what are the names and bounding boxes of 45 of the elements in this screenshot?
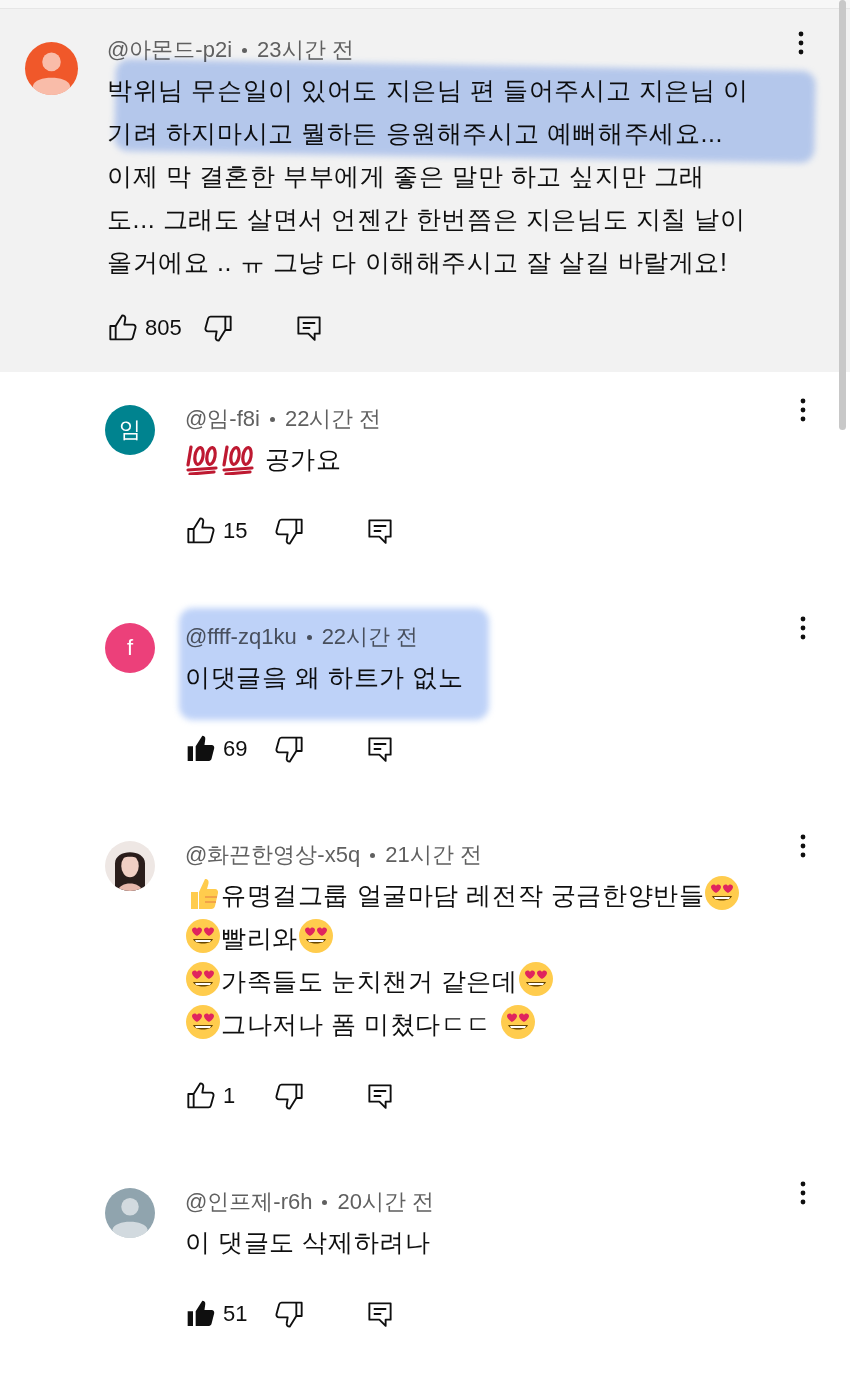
scrollbar[interactable] [839, 0, 846, 430]
comment-text: 유명걸그룹 얼굴마담 레전작 궁금한양반들 [221, 881, 705, 909]
author-name[interactable]: @화끈한영상-x5q [185, 840, 361, 870]
like-count: 51 [223, 1301, 249, 1327]
avatar[interactable]: 임 [105, 405, 155, 455]
more-options-icon[interactable] [800, 834, 806, 858]
more-options-icon[interactable] [800, 616, 806, 640]
author-name[interactable]: @ffff-zq1ku [185, 622, 297, 652]
more-options-icon[interactable] [798, 31, 804, 55]
comment-time: 20시간 전 [337, 1188, 435, 1216]
more-options-icon[interactable] [800, 398, 806, 422]
heart-eyes-face-icon [185, 961, 221, 997]
author-name[interactable]: @임-f8i [185, 404, 260, 434]
avatar-icon[interactable] [105, 1188, 155, 1238]
comment-time: 22시간 전 [284, 405, 382, 433]
separator-dot [370, 852, 376, 858]
comment-time: 22시간 전 [321, 623, 419, 651]
comment-text: 빨리와 [221, 924, 298, 952]
like-count: 1 [223, 1083, 237, 1109]
author-name[interactable]: @인프제-r6h [185, 1187, 313, 1217]
heart-eyes-face-icon [704, 875, 741, 911]
heart-eyes-face-icon [185, 918, 221, 954]
separator-dot [269, 416, 275, 422]
comment-text: 그나저나 폼 미쳤다ㄷㄷ [221, 1010, 494, 1038]
heart-eyes-face-icon [517, 961, 554, 997]
like-count: 69 [223, 736, 249, 762]
comment-text: 이댓글읔 왜 하트가 없노 [185, 663, 464, 691]
separator-dot [242, 47, 248, 53]
like-count: 805 [145, 315, 182, 341]
like-count: 15 [223, 518, 249, 544]
comment-text: 공가요 [263, 445, 342, 473]
avatar-icon[interactable] [25, 42, 78, 95]
comment-time: 21시간 전 [385, 841, 482, 869]
comment-text: 이 댓글도 삭제하려나 [185, 1228, 431, 1256]
author-name[interactable]: @아몬드-p2i [107, 35, 233, 65]
heart-eyes-face-icon [297, 918, 334, 954]
more-options-icon[interactable] [800, 1181, 806, 1205]
heart-eyes-face-icon [185, 1004, 221, 1040]
separator-dot [306, 634, 312, 640]
comment-text: 가족들도 눈치챈거 같은데 [221, 967, 518, 995]
comment-time: 23시간 전 [257, 36, 354, 64]
avatar[interactable]: f [105, 623, 155, 673]
heart-eyes-face-icon [499, 1004, 536, 1040]
separator-dot [322, 1199, 328, 1205]
comment-text: 박위님 무슨일이 있어도 지은님 편 들어주시고 지은님 이기려 하지마시고 뭘하든 응원해주시고 예뻐해주세요... 이제 막 결혼한 부부에게 좋은 말만 하고 싶지만 그래도... 그래도 살면서 언젠간 한번쯤은 지은님도 지칠 날이 올거에요 .. ㅠ 그냥 다 이해해주시고 잘 살길 바랄게요! [107, 76, 749, 276]
